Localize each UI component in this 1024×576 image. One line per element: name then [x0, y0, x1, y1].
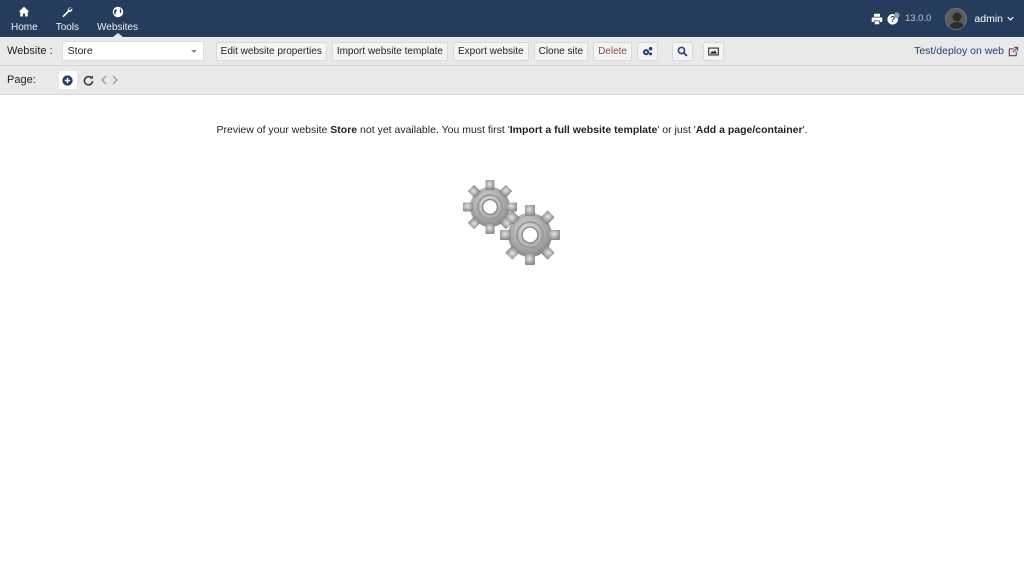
refresh-button[interactable] — [83, 74, 94, 86]
search-button[interactable] — [671, 41, 693, 61]
version-label: 13.0.0 — [904, 13, 932, 24]
gears-icon — [463, 180, 560, 265]
website-settings-button[interactable] — [636, 41, 658, 61]
media-button[interactable] — [702, 41, 724, 61]
delete-button[interactable]: Delete — [593, 41, 632, 61]
preview-message: Preview of your website Store not yet av… — [0, 124, 1024, 136]
website-toolbar: Website : Store Edit website properties … — [0, 37, 1024, 66]
home-icon — [19, 6, 30, 17]
message-text: Preview of your website — [216, 124, 331, 136]
page-label: Page: — [7, 74, 36, 86]
user-silhouette-icon — [948, 12, 967, 29]
previous-page-button[interactable] — [100, 75, 108, 85]
top-navigation-bar: Home Tools Websites ? 13.0.0 admin — [0, 0, 1024, 37]
import-website-template-button[interactable]: Import website template — [331, 41, 448, 61]
import-template-hint: Import a full website template — [509, 124, 658, 136]
search-icon — [677, 46, 688, 57]
test-deploy-link[interactable]: Test/deploy on web — [914, 45, 1019, 57]
menu-item-label: Tools — [55, 22, 80, 33]
add-page-button[interactable] — [58, 71, 77, 89]
message-text: not yet available. You must first ' — [357, 124, 510, 136]
username: admin — [974, 12, 1003, 25]
help-icon[interactable]: ? — [887, 12, 900, 25]
menu-item-label: Websites — [97, 22, 138, 33]
next-page-button[interactable] — [111, 75, 119, 85]
page-toolbar: Page: — [0, 66, 1024, 95]
globe-icon — [112, 6, 123, 18]
external-link-icon — [1008, 46, 1019, 56]
refresh-icon — [83, 74, 94, 86]
caret-down-icon — [190, 50, 197, 53]
menu-item-label: Home — [11, 22, 38, 33]
edit-website-properties-button[interactable]: Edit website properties — [215, 41, 327, 61]
chevron-left-icon — [100, 75, 107, 85]
menu-item-tools[interactable]: Tools — [47, 0, 88, 37]
menu-item-home[interactable]: Home — [2, 0, 47, 37]
website-label: Website : — [7, 45, 53, 57]
main-menu: Home Tools Websites — [0, 0, 147, 37]
wrench-icon — [62, 7, 73, 18]
test-deploy-label: Test/deploy on web — [914, 45, 1004, 57]
svg-text:?: ? — [890, 15, 895, 24]
avatar[interactable] — [945, 7, 968, 30]
website-select-value: Store — [67, 45, 93, 57]
top-right-area: ? 13.0.0 admin — [871, 0, 1024, 37]
menu-item-websites[interactable]: Websites — [88, 0, 147, 37]
export-website-button[interactable]: Export website — [453, 41, 529, 61]
chevron-right-icon — [112, 75, 118, 85]
message-text: '. — [802, 124, 808, 136]
preview-area: Preview of your website Store not yet av… — [0, 95, 1024, 273]
message-text: ' or just ' — [657, 124, 696, 136]
website-select[interactable]: Store — [61, 41, 204, 61]
clone-site-button[interactable]: Clone site — [533, 41, 589, 61]
print-icon[interactable] — [871, 13, 883, 25]
user-menu[interactable]: admin — [974, 13, 1014, 25]
site-name: Store — [330, 124, 358, 136]
add-page-hint: Add a page/container — [695, 124, 803, 136]
cogs-icon — [643, 46, 653, 55]
image-icon — [708, 47, 719, 55]
chevron-down-icon — [1007, 16, 1014, 21]
plus-circle-icon — [62, 74, 73, 86]
